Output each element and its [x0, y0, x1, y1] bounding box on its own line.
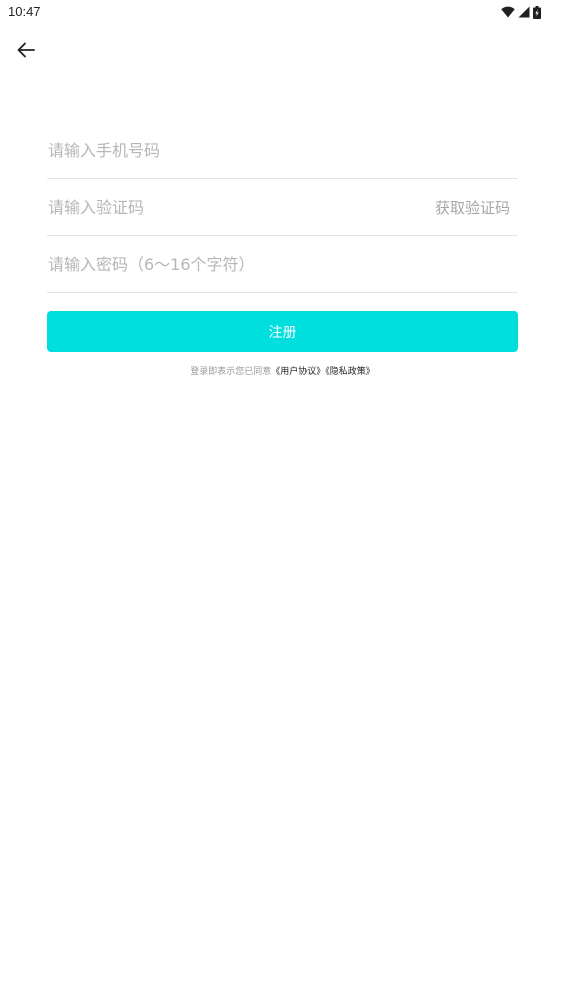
- password-field-row: [47, 236, 518, 293]
- status-icons: [501, 4, 541, 20]
- signal-icon: [518, 6, 530, 18]
- arrow-left-icon: [17, 42, 35, 58]
- register-button[interactable]: 注册: [47, 311, 518, 352]
- agreement-prefix: 登录即表示您已同意: [190, 367, 272, 377]
- phone-input[interactable]: [47, 122, 518, 178]
- password-input[interactable]: [47, 236, 518, 292]
- battery-icon: [533, 5, 541, 19]
- wifi-icon: [501, 6, 515, 18]
- status-time: 10:47: [8, 4, 41, 19]
- register-form: 获取验证码: [47, 122, 518, 293]
- agreement-text: 登录即表示您已同意《用户协议》《隐私政策》: [0, 364, 565, 377]
- code-field-row: 获取验证码: [47, 179, 518, 236]
- status-bar: 10:47: [0, 0, 565, 24]
- get-code-button[interactable]: 获取验证码: [435, 179, 510, 235]
- phone-field-row: [47, 122, 518, 179]
- privacy-policy-link[interactable]: 《隐私政策》: [325, 367, 375, 377]
- user-agreement-link[interactable]: 《用户协议》: [271, 367, 325, 377]
- back-button[interactable]: [12, 36, 40, 64]
